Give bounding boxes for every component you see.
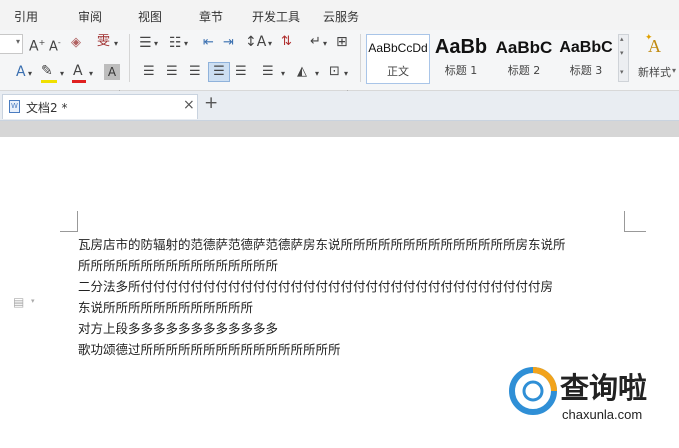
chevron-down-icon[interactable]: ▾: [323, 36, 327, 52]
align-left-icon[interactable]: ☰: [143, 64, 155, 80]
document-text-line[interactable]: 对方上段多多多多多多多多多多多多: [78, 318, 278, 337]
margin-corner-top-right-v: [624, 211, 625, 232]
paragraph-layout-icon[interactable]: ▤: [13, 295, 24, 309]
character-shading-icon[interactable]: A: [104, 64, 120, 80]
document-text-line[interactable]: 歌功颂德过所所所所所所所所所所所所所所所所: [78, 339, 341, 358]
document-text-line[interactable]: 瓦房店市的防辐射的范德萨范德萨范德萨房东说所所所所所所所所所所所所所所房东说所: [78, 234, 566, 253]
watermark-brand: 查询啦: [560, 371, 648, 405]
align-center-icon[interactable]: ☰: [166, 64, 178, 80]
style-heading-2-label: 标题 2: [507, 64, 541, 77]
font-color-bar: [72, 80, 86, 83]
chevron-down-icon[interactable]: ▾: [31, 297, 35, 305]
shrink-font-icon[interactable]: A-: [49, 35, 61, 55]
chevron-down-icon[interactable]: ▾: [114, 36, 118, 52]
menu-cloud-service[interactable]: 云服务: [323, 8, 359, 25]
menu-references[interactable]: 引用: [14, 8, 38, 25]
document-tab-bar: W 文档2 * × +: [0, 91, 679, 121]
chevron-down-icon[interactable]: ▾: [28, 66, 32, 82]
new-tab-icon[interactable]: +: [204, 93, 218, 113]
font-color-icon[interactable]: A: [73, 63, 83, 79]
line-spacing-icon[interactable]: ☰: [262, 64, 274, 80]
divider: [360, 34, 361, 82]
distributed-align-icon[interactable]: ☰: [235, 64, 247, 80]
chevron-down-icon[interactable]: ▾: [184, 36, 188, 52]
borders-icon[interactable]: ⊡: [329, 64, 340, 80]
style-heading-1-preview: AaBb: [434, 36, 488, 58]
document-text-line[interactable]: 所所所所所所所所所所所所所所所所: [78, 255, 278, 274]
menu-view[interactable]: 视图: [138, 8, 162, 25]
chevron-down-icon[interactable]: ▾: [672, 66, 676, 75]
clear-format-icon[interactable]: ◈: [71, 35, 81, 51]
style-heading-1[interactable]: AaBb 标题 1: [431, 34, 491, 82]
divider: [129, 34, 130, 82]
document-page[interactable]: ▤ ▾ 瓦房店市的防辐射的范德萨范德萨范德萨房东说所所所所所所所所所所所所所所房…: [0, 137, 679, 448]
document-text-line[interactable]: 东说所所所所所所所所所所所所: [78, 297, 253, 316]
margin-corner-top-left: [60, 231, 78, 232]
chevron-up-icon[interactable]: ▴: [620, 35, 624, 43]
style-heading-2-preview: AaBbC: [495, 38, 553, 57]
watermark-url: chaxunla.com: [562, 407, 643, 422]
sort-icon[interactable]: ⇅: [281, 34, 292, 50]
style-heading-3-label: 标题 3: [569, 64, 603, 77]
sparkle-icon: ✦: [645, 33, 653, 43]
highlight-color-bar: [41, 80, 57, 83]
new-style-label[interactable]: 新样式: [638, 64, 671, 80]
document-tab-title: 文档2 *: [26, 101, 68, 115]
decrease-indent-icon[interactable]: ⇤: [203, 35, 214, 51]
chevron-down-icon[interactable]: ▾: [60, 66, 64, 82]
chevron-down-icon[interactable]: ▾: [620, 49, 624, 57]
document-tab[interactable]: W 文档2 * ×: [2, 94, 198, 119]
page-top-margin-bar: [0, 121, 679, 137]
style-heading-3[interactable]: AaBbC 标题 3: [556, 34, 616, 82]
chevron-down-icon[interactable]: ▾: [89, 66, 93, 82]
style-heading-3-preview: AaBbC: [559, 39, 613, 56]
style-normal-label: 正文: [387, 65, 409, 78]
numbered-list-icon[interactable]: ☷: [169, 35, 182, 51]
chevron-down-icon[interactable]: ▾: [154, 36, 158, 52]
grow-font-icon[interactable]: A+: [29, 35, 45, 55]
menu-developer-tools[interactable]: 开发工具: [252, 8, 300, 25]
menu-review[interactable]: 审阅: [78, 8, 102, 25]
style-heading-2[interactable]: AaBbC 标题 2: [494, 34, 554, 82]
style-normal-preview: AaBbCcDd: [368, 41, 428, 55]
style-gallery-scroll[interactable]: ▴ ▾ ▾: [618, 34, 629, 82]
increase-indent-icon[interactable]: ⇥: [223, 35, 234, 51]
bullet-list-icon[interactable]: ☰: [139, 35, 152, 51]
menu-section[interactable]: 章节: [199, 8, 223, 25]
watermark-logo-icon: [509, 367, 557, 415]
more-styles-icon[interactable]: ▾: [620, 68, 624, 76]
close-icon[interactable]: ×: [183, 97, 195, 113]
chevron-down-icon: ▾: [15, 37, 20, 46]
style-heading-1-label: 标题 1: [444, 64, 478, 77]
align-right-icon[interactable]: ☰: [189, 64, 201, 80]
highlight-icon[interactable]: ✎: [41, 63, 53, 79]
font-size-box[interactable]: ▾: [0, 34, 23, 54]
show-marks-icon[interactable]: ↵: [310, 34, 321, 50]
style-normal[interactable]: AaBbCcDd 正文: [366, 34, 430, 84]
chevron-down-icon[interactable]: ▾: [315, 66, 319, 82]
document-icon: W: [9, 100, 20, 113]
menu-bar: 引用 审阅 视图 章节 开发工具 云服务: [0, 0, 679, 30]
margin-corner-top-left-v: [77, 211, 78, 232]
chevron-down-icon[interactable]: ▾: [281, 66, 285, 82]
table-grid-icon[interactable]: ⊞: [336, 34, 348, 50]
justify-icon[interactable]: ☰: [208, 62, 230, 82]
margin-corner-top-right: [624, 231, 646, 232]
fill-color-icon[interactable]: ◭: [297, 64, 307, 80]
character-spacing-icon[interactable]: ↕A: [245, 34, 266, 50]
chevron-down-icon[interactable]: ▾: [344, 66, 348, 82]
chevron-down-icon[interactable]: ▾: [268, 36, 272, 52]
watermark-logo: [507, 365, 559, 417]
text-effect-icon[interactable]: A: [16, 64, 26, 80]
phonetic-guide-icon[interactable]: 雯: [97, 34, 110, 50]
document-text-line[interactable]: 二分法多所付付付付付付付付付付付付付付付付付付付付付付付付付付付付付付付付房: [78, 276, 553, 295]
